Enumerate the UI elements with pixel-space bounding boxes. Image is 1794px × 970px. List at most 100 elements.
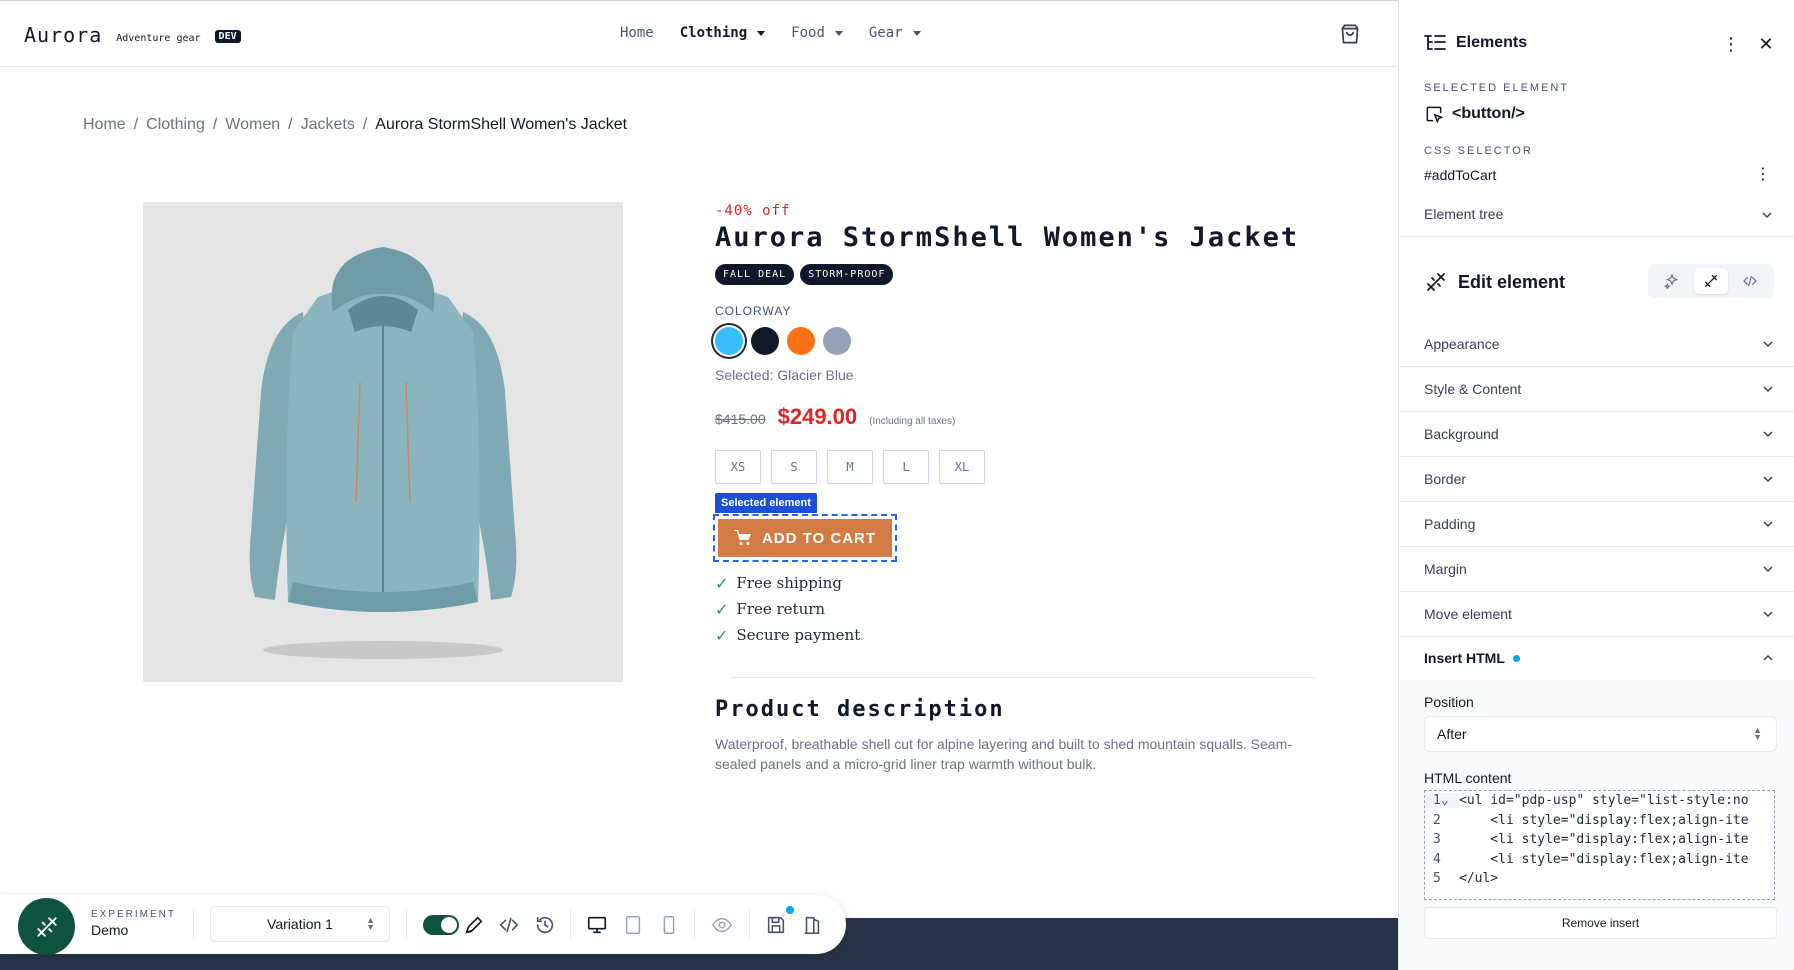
html-code-editor[interactable]: 1⌄ <ul id="pdp-usp" style="list-style:no … <box>1424 790 1775 900</box>
size-m[interactable]: M <box>827 450 873 484</box>
selection-outline: ADD TO CART <box>713 514 897 562</box>
nav-gear-label: Gear <box>868 25 903 41</box>
history-button[interactable] <box>534 914 556 936</box>
experiment-logo[interactable] <box>18 898 75 955</box>
chevron-down-icon <box>1763 431 1773 438</box>
section-insert-html[interactable]: Insert HTML <box>1399 636 1794 680</box>
line-number: 1⌄ <box>1425 793 1459 809</box>
html-content-label: HTML content <box>1424 770 1512 786</box>
remove-insert-button[interactable]: Remove insert <box>1424 907 1777 939</box>
nav-home[interactable]: Home <box>620 25 654 41</box>
section-label: Background <box>1424 426 1499 442</box>
section-margin[interactable]: Margin <box>1399 547 1794 592</box>
product-title: Aurora StormShell Women's Jacket <box>715 222 1300 253</box>
publish-button[interactable] <box>801 914 823 936</box>
size-xl[interactable]: XL <box>939 450 985 484</box>
toggle-knob <box>441 917 457 933</box>
product-image <box>143 202 623 682</box>
preview-button[interactable] <box>711 914 733 936</box>
swatch-navy[interactable] <box>751 327 779 355</box>
panel-close-button[interactable]: ✕ <box>1756 34 1776 54</box>
variation-select[interactable]: Variation 1 ▲ ▼ <box>210 906 390 942</box>
selected-element-heading: SELECTED ELEMENT <box>1424 82 1570 94</box>
mode-code-button[interactable] <box>1733 268 1767 294</box>
line-number: 3 <box>1433 832 1441 848</box>
nav-gear[interactable]: Gear <box>869 25 921 41</box>
cart-button[interactable] <box>1337 21 1363 47</box>
tablet-view-button[interactable] <box>622 914 644 936</box>
panel-menu-button[interactable]: ⋮ <box>1721 34 1741 54</box>
section-move-element[interactable]: Move element <box>1399 592 1794 637</box>
section-background[interactable]: Background <box>1399 412 1794 457</box>
code-button[interactable] <box>498 914 520 936</box>
chevron-down-icon <box>1763 566 1773 573</box>
code-icon <box>499 917 519 933</box>
check-icon: ✓ <box>715 599 729 619</box>
swatch-glacier-blue[interactable] <box>715 327 743 355</box>
breadcrumb-women[interactable]: Women <box>225 116 280 134</box>
breadcrumb-clothing[interactable]: Clothing <box>146 116 205 134</box>
selected-color-text: Selected: Glacier Blue <box>715 367 854 383</box>
section-label: Padding <box>1424 516 1476 532</box>
insert-html-body: Position After ▲ ▼ HTML content 1⌄ <ul id=… <box>1399 680 1794 970</box>
section-style-content[interactable]: Style & Content <box>1399 367 1794 412</box>
section-label: Border <box>1424 471 1467 487</box>
divider <box>1399 236 1794 237</box>
section-label: Insert HTML <box>1424 650 1505 666</box>
breadcrumb-separator: / <box>212 116 218 133</box>
edit-sections: Appearance Style & Content Background Bo… <box>1399 322 1794 637</box>
section-border[interactable]: Border <box>1399 457 1794 502</box>
mode-ai-button[interactable] <box>1655 268 1689 294</box>
save-button[interactable] <box>765 914 787 936</box>
size-xs[interactable]: XS <box>715 450 761 484</box>
panel-title-label: Elements <box>1456 34 1528 51</box>
size-l[interactable]: L <box>883 450 929 484</box>
nav-clothing[interactable]: Clothing <box>680 25 766 41</box>
section-appearance[interactable]: Appearance <box>1399 322 1794 367</box>
store-page: Aurora Adventure gear DEV Home Clothing … <box>0 0 1398 970</box>
selected-element-tag-name: <button/> <box>1452 105 1525 122</box>
add-to-cart-button[interactable]: ADD TO CART <box>718 519 892 557</box>
section-padding[interactable]: Padding <box>1399 502 1794 547</box>
selected-element: <button/> <box>1424 104 1525 124</box>
mobile-view-button[interactable] <box>658 914 680 936</box>
kebab-icon: ⋮ <box>1722 33 1740 54</box>
position-label: Position <box>1424 694 1474 710</box>
store-navbar: Aurora Adventure gear DEV Home Clothing … <box>0 1 1398 67</box>
swatch-slate[interactable] <box>823 327 851 355</box>
swatch-orange[interactable] <box>787 327 815 355</box>
chevron-down-icon <box>1763 521 1773 528</box>
brand-logo[interactable]: Aurora Adventure gear DEV <box>24 23 241 47</box>
breadcrumb-jackets[interactable]: Jackets <box>301 116 355 134</box>
breadcrumb-separator: / <box>362 116 368 133</box>
mode-visual-button[interactable] <box>1693 268 1728 294</box>
wand-icon <box>1704 275 1717 287</box>
nav-home-label: Home <box>620 25 654 41</box>
price-row: $415.00 $249.00 (Including all taxes) <box>715 404 955 430</box>
section-label: Margin <box>1424 561 1467 577</box>
kebab-icon: ⋮ <box>1755 166 1771 183</box>
css-selector-menu[interactable]: ⋮ <box>1755 164 1771 184</box>
position-select[interactable]: After ▲ ▼ <box>1424 716 1777 752</box>
code-text: <li style="display:flex;align-ite <box>1459 832 1749 848</box>
breadcrumb-separator: / <box>288 116 293 133</box>
experiment-label: EXPERIMENT <box>91 909 177 920</box>
section-label: Style & Content <box>1424 381 1522 397</box>
experiment-name: Demo <box>91 922 129 938</box>
edit-button[interactable] <box>463 914 485 936</box>
code-icon <box>1743 275 1758 287</box>
size-s[interactable]: S <box>771 450 817 484</box>
colorway-label: COLORWAY <box>715 304 792 318</box>
preview-toggle[interactable] <box>423 915 459 935</box>
nav-food[interactable]: Food <box>791 25 843 41</box>
line-number: 4 <box>1433 851 1441 867</box>
code-line: 4 <li style="display:flex;align-ite <box>1425 850 1774 870</box>
desktop-view-button[interactable] <box>586 914 608 936</box>
product-description: Waterproof, breathable shell cut for alp… <box>715 736 1292 772</box>
discount-label: -40% off <box>715 203 791 219</box>
breadcrumb-home[interactable]: Home <box>83 116 126 134</box>
element-tree-toggle[interactable]: Element tree <box>1424 206 1503 222</box>
edit-element-heading: Edit element <box>1424 270 1565 294</box>
code-line: 1⌄ <ul id="pdp-usp" style="list-style:no <box>1425 791 1774 811</box>
toolbar-separator <box>406 909 407 939</box>
